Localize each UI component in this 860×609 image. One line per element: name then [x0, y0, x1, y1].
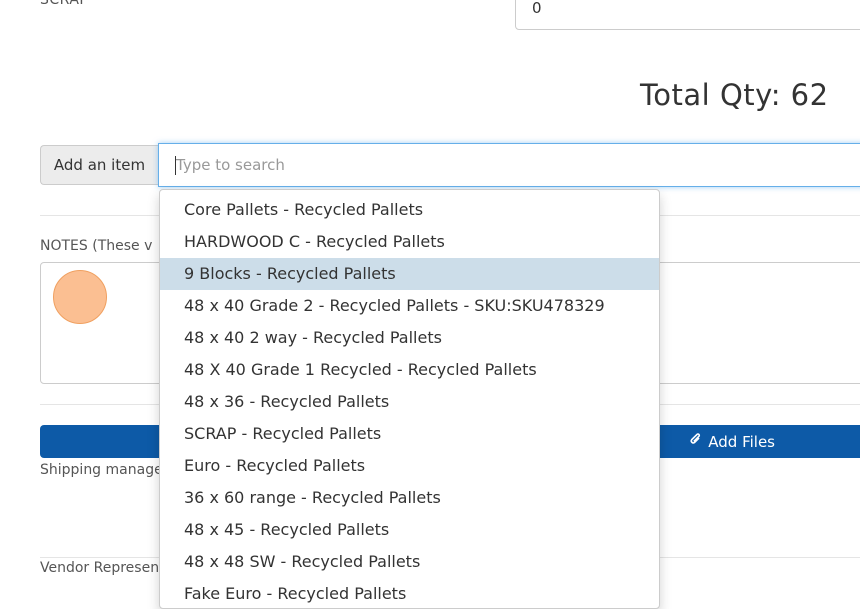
shipping-manager-label: Shipping manage [40, 462, 163, 478]
dropdown-item[interactable]: 48 x 45 - Recycled Pallets [160, 514, 659, 546]
dropdown-item[interactable]: 9 Blocks - Recycled Pallets [160, 258, 659, 290]
dropdown-item[interactable]: 48 x 36 - Recycled Pallets [160, 386, 659, 418]
search-placeholder: Type to search [176, 156, 285, 174]
search-results-dropdown: Core Pallets - Recycled Pallets HARDWOOD … [159, 189, 660, 609]
dropdown-item[interactable]: Fake Euro - Recycled Pallets [160, 578, 659, 608]
dropdown-item[interactable]: Core Pallets - Recycled Pallets [160, 194, 659, 226]
scrap-label: SCRAP [40, 0, 89, 8]
dropdown-item[interactable]: SCRAP - Recycled Pallets [160, 418, 659, 450]
text-caret [175, 156, 176, 175]
add-item-button[interactable]: Add an item [40, 145, 158, 185]
dropdown-item[interactable]: HARDWOOD C - Recycled Pallets [160, 226, 659, 258]
click-indicator [53, 270, 107, 324]
total-quantity: Total Qty: 62 [640, 78, 829, 112]
vendor-representative-label: Vendor Represen [40, 560, 160, 576]
scrap-quantity-input[interactable]: 0 [515, 0, 860, 30]
dropdown-item[interactable]: 48 X 40 Grade 1 Recycled - Recycled Pall… [160, 354, 659, 386]
dropdown-item[interactable]: 48 x 40 Grade 2 - Recycled Pallets - SKU… [160, 290, 659, 322]
dropdown-item[interactable]: Euro - Recycled Pallets [160, 450, 659, 482]
paperclip-icon [689, 432, 702, 451]
dropdown-item[interactable]: 48 x 48 SW - Recycled Pallets [160, 546, 659, 578]
notes-label: NOTES (These v [40, 238, 153, 254]
add-files-label: Add Files [708, 432, 775, 451]
dropdown-item[interactable]: 48 x 40 2 way - Recycled Pallets [160, 322, 659, 354]
item-search-input[interactable]: Type to search [158, 143, 860, 187]
dropdown-item[interactable]: 36 x 60 range - Recycled Pallets [160, 482, 659, 514]
